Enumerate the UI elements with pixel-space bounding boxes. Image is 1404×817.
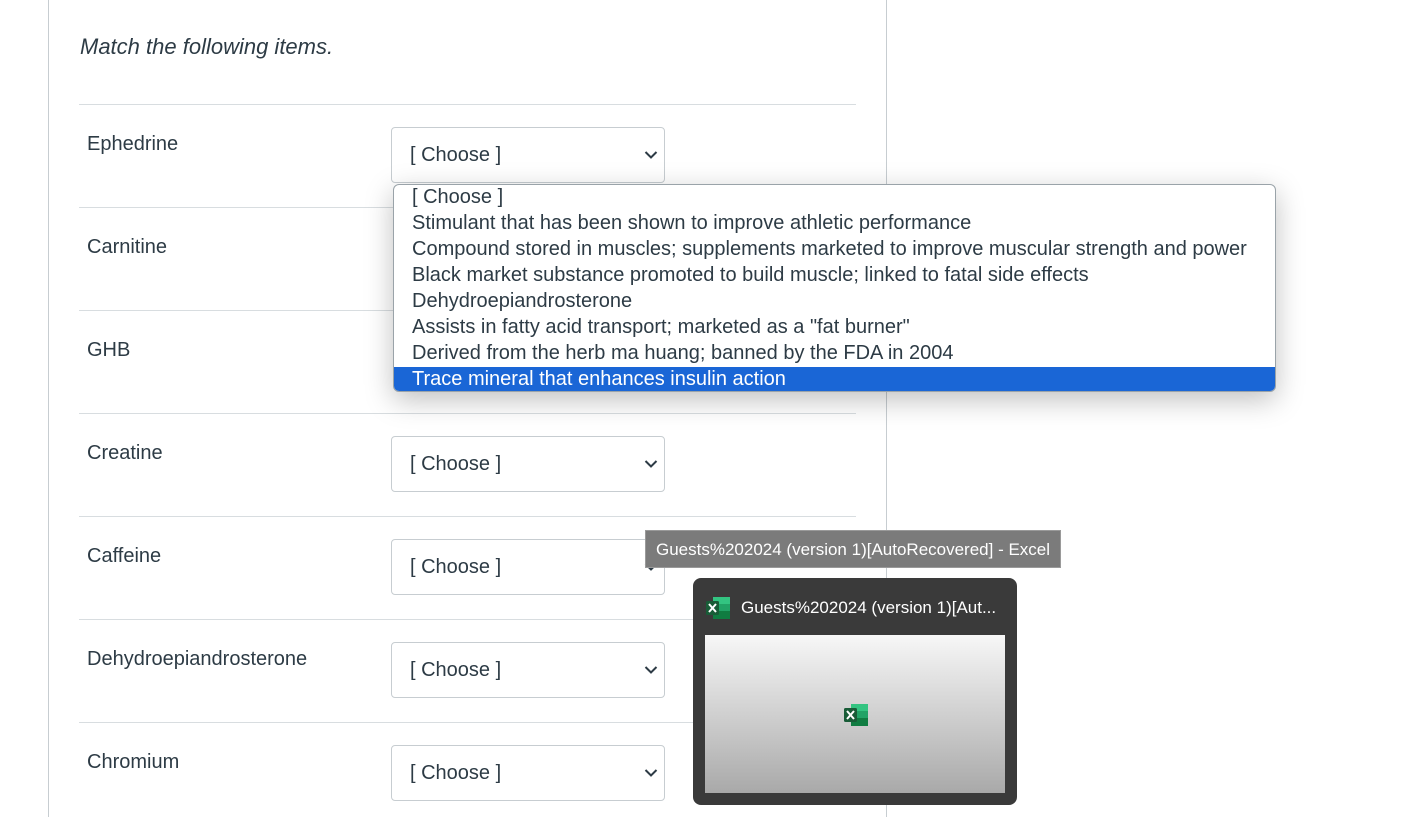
select-creatine[interactable]: [ Choose ] (391, 436, 665, 492)
item-label-ephedrine: Ephedrine (87, 133, 179, 155)
select-ephedrine[interactable]: [ Choose ] (391, 127, 665, 183)
select-value: [ Choose ] (410, 658, 502, 681)
dropdown-option[interactable]: Stimulant that has been shown to improve… (394, 211, 1275, 237)
taskbar-tooltip: Guests%202024 (version 1)[AutoRecovered]… (645, 530, 1062, 568)
dropdown-option[interactable]: Dehydroepiandrosterone (394, 289, 1275, 315)
dropdown-option[interactable]: [ Choose ] (394, 185, 1275, 211)
select-value: [ Choose ] (410, 143, 502, 166)
dropdown-option[interactable]: Assists in fatty acid transport; markete… (394, 315, 1275, 341)
thumbnail-preview[interactable] (705, 635, 1005, 793)
chevron-down-icon (644, 457, 658, 471)
select-chromium[interactable]: [ Choose ] (391, 745, 665, 801)
item-label-chromium: Chromium (87, 751, 180, 773)
taskbar-thumbnail[interactable]: Guests%202024 (version 1)[Aut... (693, 578, 1017, 805)
chevron-down-icon (644, 148, 658, 162)
dropdown-options-list[interactable]: [ Choose ] Stimulant that has been shown… (393, 184, 1276, 392)
row-separator (79, 413, 856, 414)
dropdown-option[interactable]: Compound stored in muscles; supplements … (394, 237, 1275, 263)
chevron-down-icon (644, 766, 658, 780)
item-label-carnitine: Carnitine (87, 236, 168, 258)
question-prompt: Match the following items. (80, 34, 334, 59)
item-label-creatine: Creatine (87, 442, 163, 464)
select-value: [ Choose ] (410, 555, 502, 578)
thumbnail-title: Guests%202024 (version 1)[Aut... (741, 598, 997, 617)
item-label-caffeine: Caffeine (87, 545, 162, 567)
item-label-ghb: GHB (87, 339, 131, 361)
row-separator (79, 104, 856, 105)
content-left-border (48, 0, 49, 817)
dropdown-option[interactable]: Derived from the herb ma huang; banned b… (394, 341, 1275, 367)
select-value: [ Choose ] (410, 761, 502, 784)
dropdown-option-highlighted[interactable]: Trace mineral that enhances insulin acti… (394, 367, 1275, 391)
select-value: [ Choose ] (410, 452, 502, 475)
row-separator (79, 516, 856, 517)
select-caffeine[interactable]: [ Choose ] (391, 539, 665, 595)
excel-icon (843, 703, 869, 732)
select-dhea[interactable]: [ Choose ] (391, 642, 665, 698)
excel-icon (705, 596, 731, 625)
item-label-dhea: Dehydroepiandrosterone (87, 648, 308, 670)
dropdown-option[interactable]: Black market substance promoted to build… (394, 263, 1275, 289)
chevron-down-icon (644, 663, 658, 677)
